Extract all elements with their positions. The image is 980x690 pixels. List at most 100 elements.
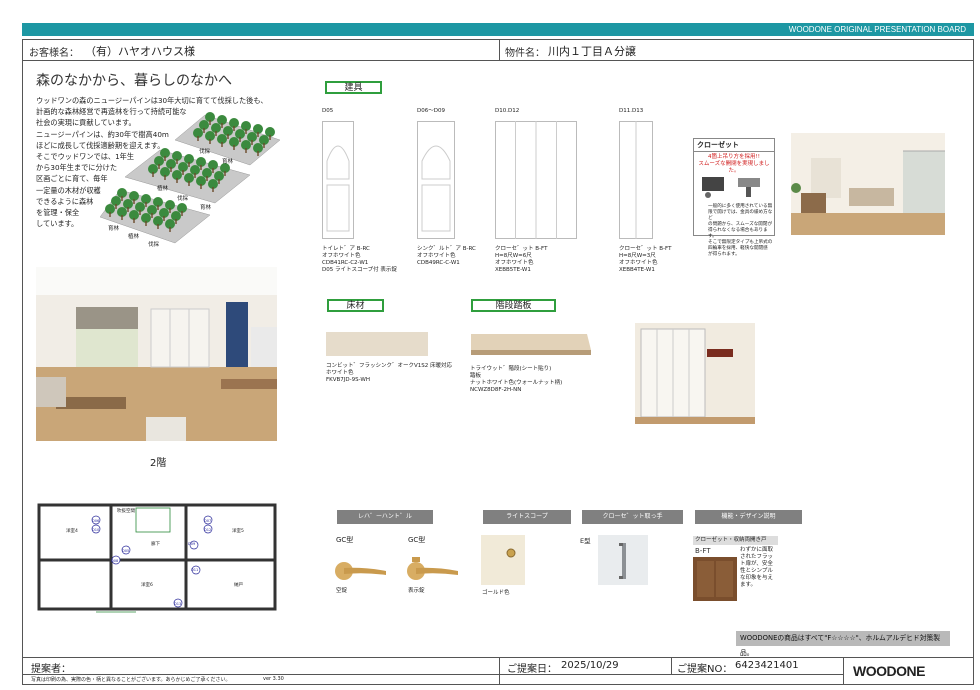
door-code: D11.D13 — [619, 108, 644, 114]
light-scope-header: ライトスコープ — [483, 510, 571, 524]
door-code: D05 — [322, 108, 334, 114]
handle-caption: 表示錠 — [408, 588, 425, 594]
door-desc-line: H=8尺W=3尺 — [619, 253, 656, 259]
door-tag: D05 — [122, 549, 129, 553]
closet-pull-image — [598, 535, 648, 585]
room-photo — [791, 133, 945, 235]
stairs-section-title: 階段踏板 — [471, 299, 556, 312]
forest-label: 植林 — [157, 184, 169, 192]
room-label: 洋室4 — [66, 527, 78, 534]
floor-plan: 洋室4 廊下 洋室5 洋室6 納戸 吹抜空間 D05 D06 D07 D08 D… — [36, 500, 278, 616]
door-tag: D08 — [111, 559, 119, 563]
lever-handle-icon — [335, 562, 386, 580]
woodone-logo: WOODONE — [853, 663, 925, 679]
formaldehyde-notice: WOODONEの商品はすべて"F☆☆☆☆"、ホルムアルデヒド対策製品。 — [736, 631, 950, 657]
door-desc-line: CDB41RC-C2-W1 — [322, 260, 369, 266]
handle-type: GC型 — [336, 536, 354, 544]
closet-promo-line: 得られなくなる場合もあります。 — [708, 228, 768, 239]
stairs-desc-line: ナットホワイト色(ウォールナット柄) — [470, 380, 563, 386]
door-image — [619, 121, 653, 239]
door-desc: トイレト゛ア B-RC オフホワイト色 CDB41RC-C2-W1 D05 ライトスコ… — [322, 246, 397, 274]
room-label: 吹抜空間 — [117, 507, 135, 514]
door-desc: クローセ゛ット B-FT H=8尺W=3尺 オフホワイト色 XEBB4TE-W1 — [619, 246, 671, 274]
door-tag: D10 — [92, 528, 100, 532]
version: ver 3.30 — [263, 676, 284, 682]
stairs-desc-line: 踏板 — [470, 373, 482, 379]
stairs-desc: トライウット゛階段(シート貼り) 踏板 ナットホワイト色(ウォールナット柄) N… — [470, 366, 562, 394]
door-image — [322, 121, 354, 239]
feature-line: 性とシンプル — [740, 568, 773, 574]
closet-promo: クローゼット 4箇上吊り方を採用!! スムーズな開閉を実現しました。 一般的に多… — [693, 138, 775, 257]
proposer-label: 提案者： — [31, 664, 71, 675]
forest-label: 植林 — [128, 232, 140, 240]
closet-pull-header: クローセ゛ット取っ手 — [582, 510, 683, 524]
door-desc-line: クローセ゛ット B-FT — [619, 246, 672, 252]
feature-title: クローゼット・収納両開き戸 — [693, 536, 778, 545]
lever-handle-header: レハ゛ーハント゛ル — [337, 510, 433, 524]
customer-label: お客様名： — [29, 48, 79, 59]
light-scope-image — [481, 535, 525, 585]
door-desc-line: XEBB4TE-W1 — [619, 267, 655, 273]
stair-tread-image — [471, 334, 591, 355]
feature-line: されたフラッ — [740, 554, 774, 560]
board-title-bar: WOODONE ORIGINAL PRESENTATION BOARD — [22, 23, 974, 36]
door-tag: D13 — [174, 602, 181, 606]
date-label: ご提案日： — [507, 664, 557, 675]
board-title: WOODONE ORIGINAL PRESENTATION BOARD — [788, 25, 966, 34]
door-code: D06～D09 — [417, 108, 445, 114]
room-label: 洋室5 — [232, 527, 244, 534]
door-image — [495, 121, 577, 239]
feature-line: ト扉が、安全 — [740, 561, 773, 567]
photo-caption: 2階 — [150, 458, 167, 469]
date-value: 2025/10/29 — [561, 660, 619, 671]
light-scope-caption: ゴールド色 — [482, 590, 510, 596]
forest-label: 伐採 — [177, 194, 189, 202]
door-desc-line: トイレト゛ア B-RC — [322, 246, 370, 252]
forest-label: 育林 — [108, 224, 120, 232]
closet-promo-body: 一般的に多く使用されている無 限で開けでは、金具の緩め方など の問題から、スムーズな… — [694, 204, 774, 258]
intro-heading: 森のなかから、暮らしのなかへ — [36, 73, 232, 89]
door-tag: D11 — [191, 568, 198, 572]
stairs-desc-line: NCWZ8D8F-2H-NN — [470, 387, 522, 393]
door-desc: クローセ゛ット B-FT H=8尺W=6尺 オフホワイト色 XEBB5TE-W1 — [495, 246, 547, 274]
door-desc-line: クローセ゛ット B-FT — [495, 246, 548, 252]
floor-section-title: 床材 — [327, 299, 384, 312]
door-desc-line: XEBB5TE-W1 — [495, 267, 531, 273]
disclaimer: 写真は印刷の為、実際の色・柄と異なることがございます。あらかじめご了承ください。 — [31, 677, 231, 683]
door-desc: シンク゛ルト゛ア B-RC オフホワイト色 CDB49RC-C-W1 — [417, 246, 476, 267]
floor-desc-line: FKVB7JD-9S-WH — [326, 377, 370, 383]
door-desc-line: CDB49RC-C-W1 — [417, 260, 460, 266]
closet-promo-red: 4箇上吊り方を採用!! スムーズな開閉を実現しました。 — [694, 154, 774, 175]
handle-caption: 空錠 — [336, 588, 348, 594]
closet-promo-line: が得られます。 — [708, 252, 740, 257]
door-desc-line: オフホワイト色 — [495, 260, 534, 266]
door-desc-line: オフホワイト色 — [322, 253, 361, 259]
door-desc-line: オフホワイト色 — [417, 253, 456, 259]
feature-door-image — [693, 557, 737, 601]
forest-illustration: 伐採 育林 植林 伐採 育林 育林 植林 伐採 — [100, 112, 281, 248]
room-label: 廊下 — [151, 540, 160, 547]
room-label: 洋室6 — [141, 581, 153, 588]
door-tag: D06 — [92, 519, 100, 523]
feature-code: B-FT — [695, 547, 711, 555]
doors-section-title: 建具 — [325, 81, 382, 94]
door-tag: D09 — [188, 542, 196, 546]
handle-type: GC型 — [408, 536, 426, 544]
customer-name: （有）ハヤオハウス様 — [85, 45, 195, 58]
pull-type: E型 — [580, 537, 591, 545]
door-code: D10.D12 — [495, 108, 520, 114]
feature-line: わずかに面取 — [740, 547, 774, 553]
interior-photo — [36, 267, 277, 441]
feature-header: 機能・デザイン説明 — [695, 510, 802, 524]
floor-desc: コンビット゛フラッシンク゛オークV1S2 床暖対応 ホワイト色 FKVB7JD-… — [326, 363, 452, 384]
property-name: 川内１丁目Ａ分譲 — [548, 45, 636, 58]
feature-line: な印象を与え — [740, 575, 774, 581]
forest-label: 伐採 — [148, 240, 160, 248]
proposal-no-label: ご提案NO： — [677, 664, 733, 675]
floor-desc-line: コンビット゛フラッシンク゛オークV1S2 床暖対応 — [326, 363, 453, 369]
forest-label: 伐採 — [199, 147, 211, 155]
door-desc-line: シンク゛ルト゛ア B-RC — [417, 246, 476, 252]
closet-door-photo — [635, 323, 755, 424]
closet-promo-red-line: 4箇上吊り方を採用!! — [708, 154, 760, 160]
door-tag: D12 — [204, 528, 211, 532]
